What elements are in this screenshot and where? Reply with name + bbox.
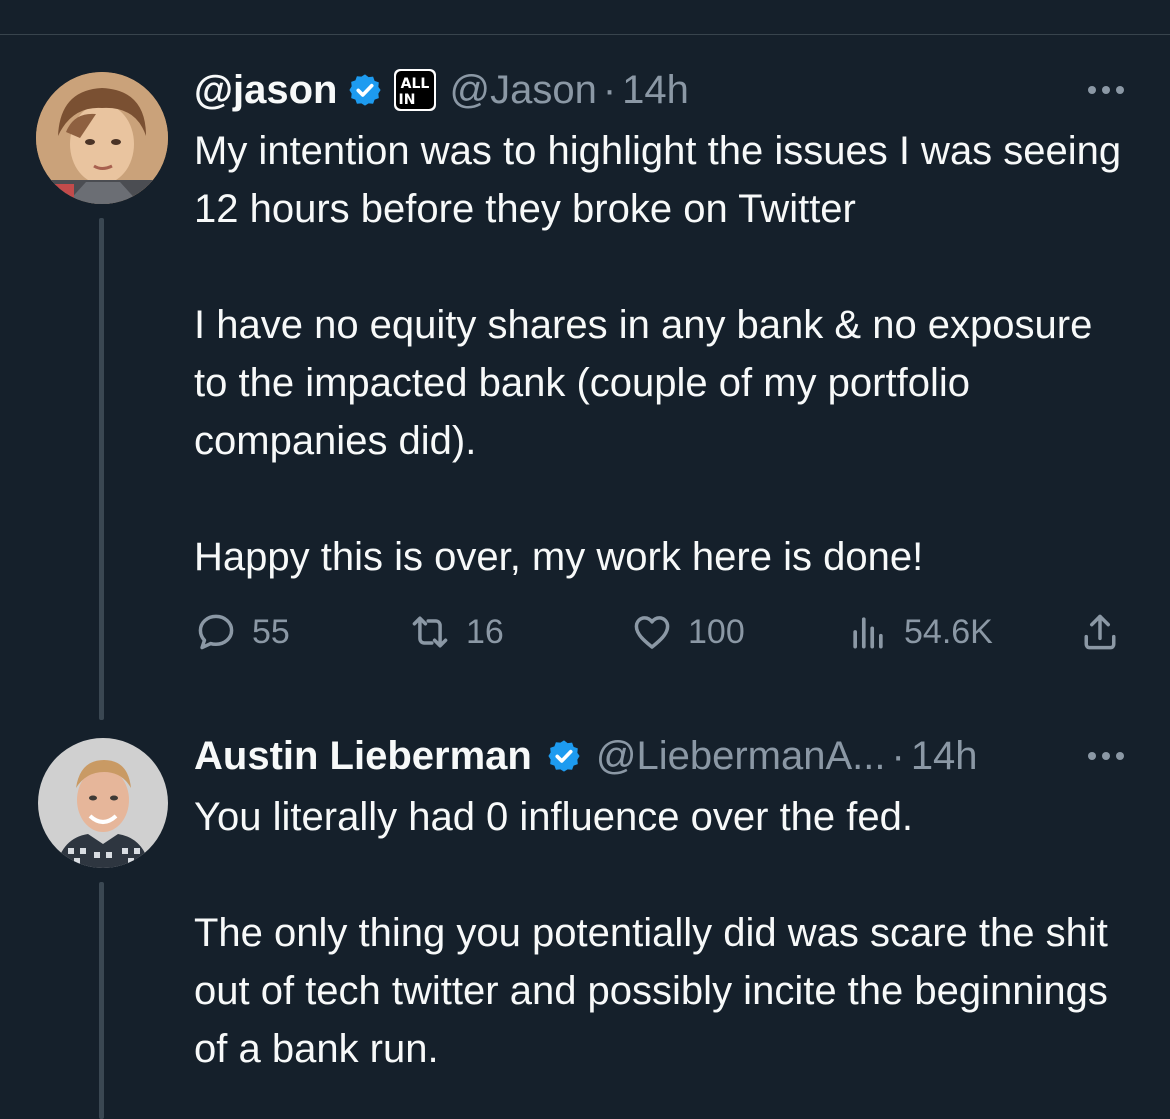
avatar-austin-lieberman[interactable] — [38, 738, 168, 868]
separator-dot: · — [891, 734, 905, 778]
thread-line — [99, 218, 104, 720]
views-count: 54.6K — [904, 612, 993, 651]
timestamp[interactable]: 14h — [911, 732, 978, 780]
views-icon — [853, 617, 883, 649]
display-name[interactable]: @jason — [194, 66, 337, 114]
svg-text:ALL: ALL — [401, 76, 430, 92]
timestamp[interactable]: 14h — [622, 66, 689, 114]
separator-dot: · — [602, 68, 617, 112]
tweet-paragraph: My intention was to highlight the issues… — [194, 129, 1122, 231]
display-name[interactable]: Austin Lieberman — [194, 732, 532, 780]
share-button[interactable] — [1078, 610, 1122, 654]
more-icon[interactable] — [1084, 80, 1128, 100]
tweet-paragraph: The only thing you potentially did was s… — [194, 911, 1108, 1071]
reply-button[interactable]: 55 — [194, 610, 290, 654]
retweet-count: 16 — [466, 612, 504, 651]
tweet-paragraph: Happy this is over, my work here is done… — [194, 535, 924, 579]
tweet-austin-lieberman[interactable]: Austin Lieberman @LiebermanA... · 14h Yo… — [0, 720, 1170, 1119]
svg-text:IN: IN — [399, 92, 416, 108]
all-in-affiliate-badge-icon[interactable]: ALL IN — [393, 68, 437, 112]
more-icon[interactable] — [1084, 746, 1128, 766]
tweet-header: @jason ALL IN @Jason · 14h — [194, 66, 689, 114]
like-icon — [634, 616, 670, 649]
tweet-text: You literally had 0 influence over the f… — [194, 788, 1134, 1078]
thread-line — [99, 882, 104, 1119]
avatar-jason[interactable] — [36, 72, 168, 204]
like-count: 100 — [688, 612, 745, 651]
handle[interactable]: @LiebermanA... — [596, 732, 886, 780]
verified-badge-icon — [349, 74, 382, 106]
retweet-icon — [412, 616, 448, 648]
tweet-text: My intention was to highlight the issues… — [194, 122, 1134, 586]
tweet-jason[interactable]: @jason ALL IN @Jason · 14h My intention … — [0, 0, 1170, 720]
like-button[interactable]: 100 — [630, 610, 745, 654]
action-bar: 55 16 100 54.6K — [194, 610, 1134, 658]
retweet-button[interactable]: 16 — [408, 610, 504, 654]
reply-count: 55 — [252, 612, 290, 651]
views-button[interactable]: 54.6K — [846, 610, 993, 654]
reply-icon — [198, 614, 234, 650]
tweet-paragraph: I have no equity shares in any bank & no… — [194, 303, 1093, 463]
tweet-header: Austin Lieberman @LiebermanA... · 14h — [194, 732, 978, 780]
handle[interactable]: @Jason — [449, 66, 596, 114]
verified-badge-icon — [548, 740, 580, 772]
tweet-paragraph: You literally had 0 influence over the f… — [194, 795, 914, 839]
share-icon — [1084, 614, 1116, 650]
